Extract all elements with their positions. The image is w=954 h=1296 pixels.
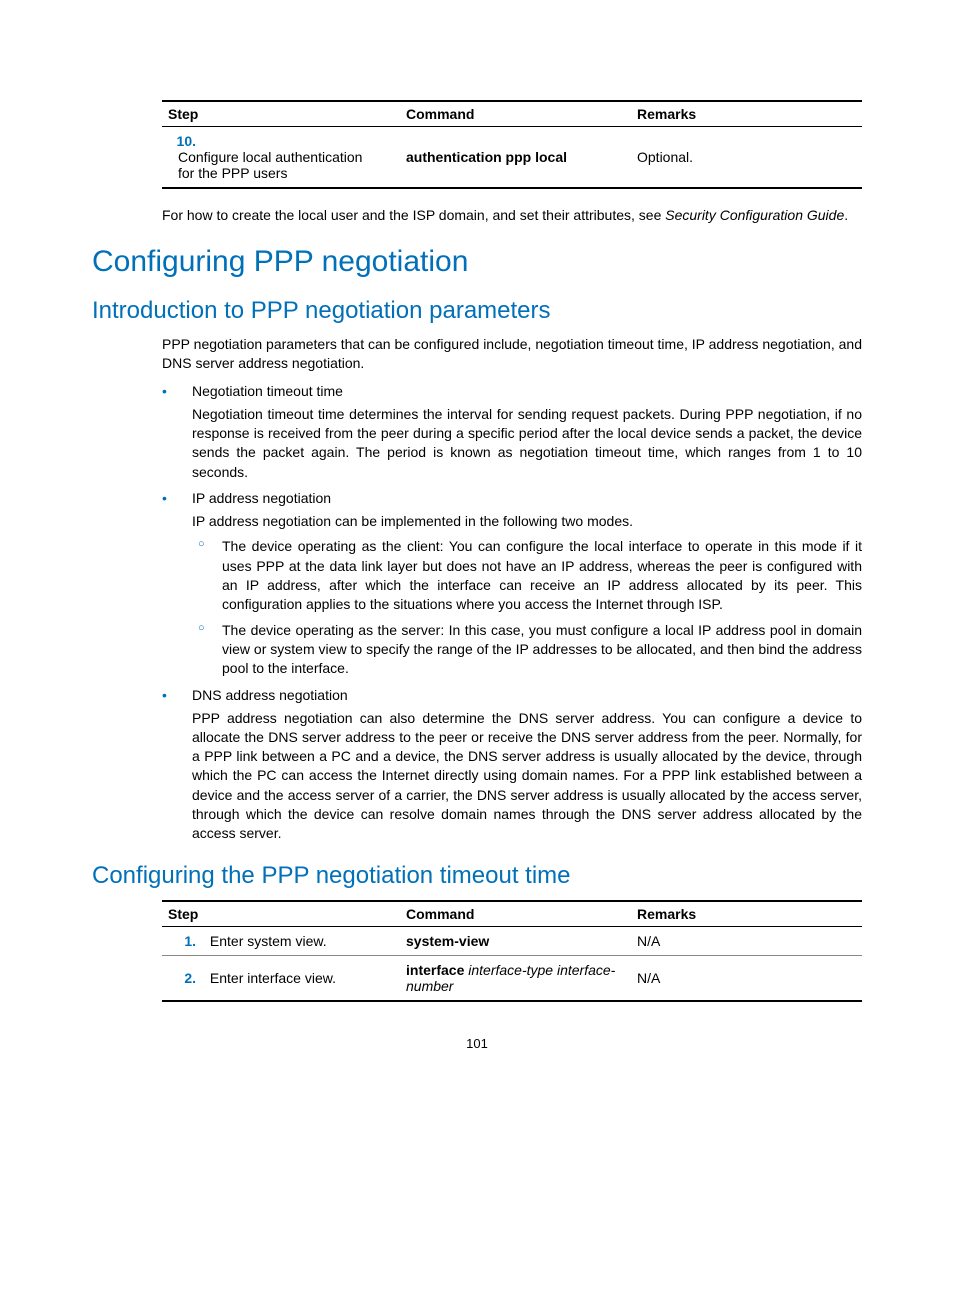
command-cell: system-view [400, 926, 631, 955]
remarks-cell: N/A [631, 955, 862, 1001]
bullet-head: DNS address negotiation [192, 687, 862, 703]
heading-2-intro: Introduction to PPP negotiation paramete… [92, 297, 862, 325]
config-table-1: Step Command Remarks 10. Configure local… [162, 100, 862, 189]
table-row: 2. Enter interface view. interface inter… [162, 955, 862, 1001]
th-step: Step [162, 901, 400, 927]
bullet-body: IP address negotiation can be implemente… [192, 512, 862, 531]
page-number: 101 [92, 1036, 862, 1051]
intro-paragraph: PPP negotiation parameters that can be c… [162, 335, 862, 373]
bullet-head: Negotiation timeout time [192, 383, 862, 399]
sub-bullet-client: The device operating as the client: You … [192, 537, 862, 614]
remarks-cell: N/A [631, 926, 862, 955]
bullet-ip-negotiation: IP address negotiation IP address negoti… [162, 490, 862, 679]
command-cell: authentication ppp local [400, 127, 631, 189]
heading-2-config: Configuring the PPP negotiation timeout … [92, 862, 862, 890]
step-number: 10. [168, 133, 196, 149]
step-description: Enter interface view. [210, 970, 336, 986]
remarks-cell: Optional. [631, 127, 862, 189]
note-paragraph: For how to create the local user and the… [162, 207, 862, 223]
sub-bullet-server: The device operating as the server: In t… [192, 621, 862, 679]
command-cell: interface interface-type interface-numbe… [400, 955, 631, 1001]
bullet-head: IP address negotiation [192, 490, 862, 506]
heading-1: Configuring PPP negotiation [92, 245, 862, 279]
bullet-body: PPP address negotiation can also determi… [192, 709, 862, 844]
th-remarks: Remarks [631, 101, 862, 127]
th-step: Step [162, 101, 400, 127]
config-table-2: Step Command Remarks 1. Enter system vie… [162, 900, 862, 1002]
note-text: For how to create the local user and the… [162, 207, 665, 223]
table-row: 10. Configure local authentication for t… [162, 127, 862, 189]
th-remarks: Remarks [631, 901, 862, 927]
table-row: 1. Enter system view. system-view N/A [162, 926, 862, 955]
th-command: Command [400, 901, 631, 927]
bullet-negotiation-timeout: Negotiation timeout time Negotiation tim… [162, 383, 862, 482]
step-description: Configure local authentication for the P… [178, 149, 368, 181]
step-description: Enter system view. [210, 933, 327, 949]
bullet-body: Negotiation timeout time determines the … [192, 405, 862, 482]
step-number: 1. [168, 933, 196, 949]
step-number: 2. [168, 970, 196, 986]
note-ref: Security Configuration Guide [665, 207, 844, 223]
bullet-dns-negotiation: DNS address negotiation PPP address nego… [162, 687, 862, 844]
note-end: . [844, 207, 848, 223]
th-command: Command [400, 101, 631, 127]
